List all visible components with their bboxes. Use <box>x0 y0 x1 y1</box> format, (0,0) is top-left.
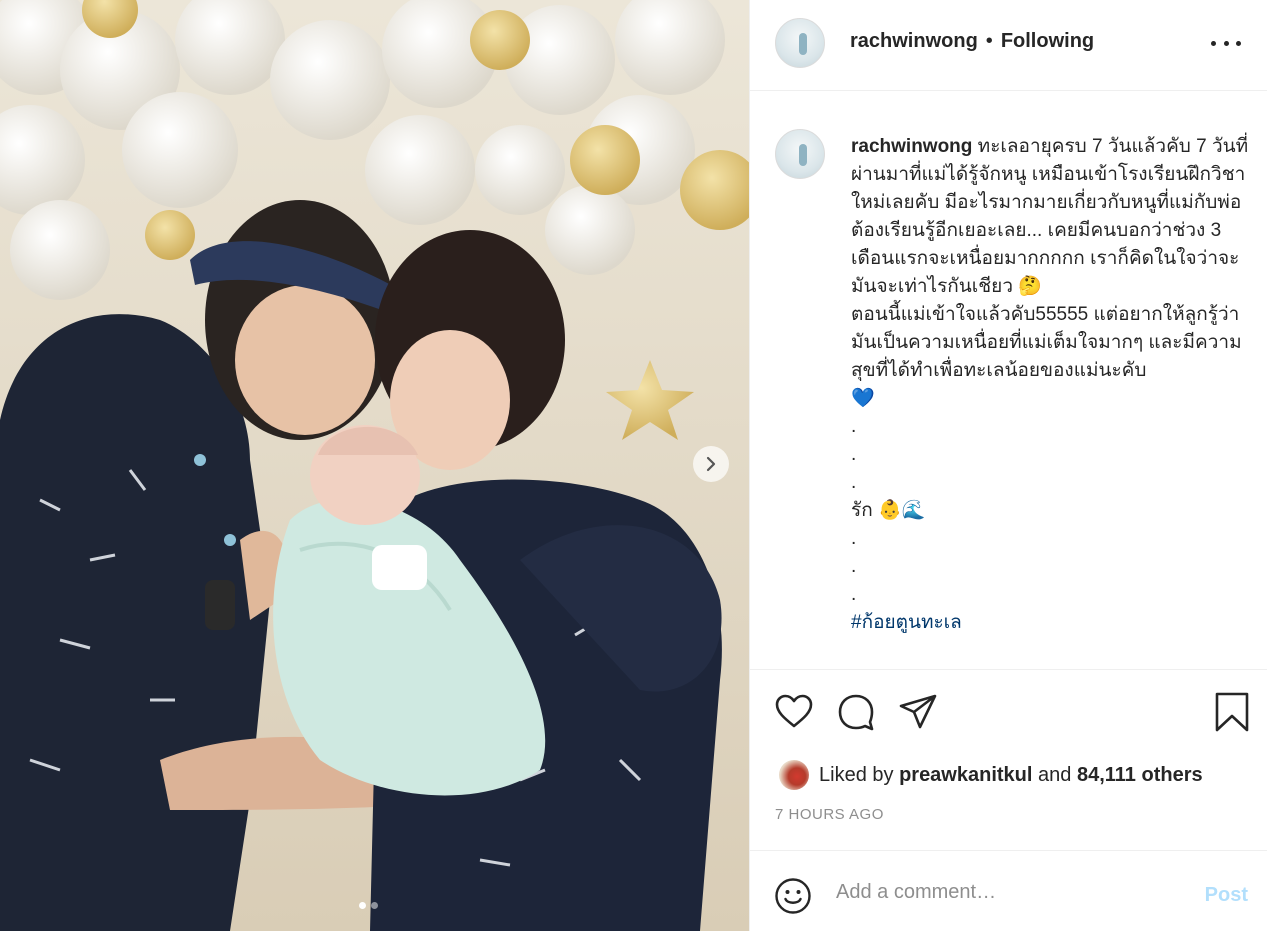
caption-text: rachwinwong ทะเลอายุครบ 7 วันแล้วคับ 7 ว… <box>851 133 1251 637</box>
post-comment-button[interactable]: Post <box>1205 884 1248 907</box>
chevron-right-icon <box>706 456 716 472</box>
comment-icon <box>838 694 874 731</box>
caption-username[interactable]: rachwinwong <box>851 136 972 157</box>
post-timestamp[interactable]: 7 HOURS AGO <box>775 806 884 823</box>
smiley-icon <box>775 878 811 914</box>
author-username[interactable]: rachwinwong <box>850 30 978 52</box>
share-icon <box>899 694 937 729</box>
caption-body: ทะเลอายุครบ 7 วันแล้วคับ 7 วันที่ผ่านมาท… <box>851 136 1249 605</box>
carousel-indicator <box>359 902 378 909</box>
following-button[interactable]: Following <box>1001 30 1094 52</box>
author-avatar[interactable] <box>775 18 825 68</box>
likes-summary: Liked by preawkanitkul and 84,111 others <box>779 760 1203 790</box>
post-photo[interactable] <box>0 0 749 931</box>
liked-by-connector: and <box>1038 763 1072 786</box>
emoji-button[interactable] <box>774 877 812 920</box>
post-details-panel: rachwinwong • Following rachwinwong ทะเลอา… <box>749 0 1267 931</box>
post-image <box>0 0 749 931</box>
like-button[interactable] <box>774 692 814 737</box>
more-options-button[interactable] <box>1211 30 1241 56</box>
caption-hashtag[interactable]: #ก้อยตูนทะเล <box>851 612 962 633</box>
more-horizontal-icon <box>1211 40 1216 46</box>
separator-dot: • <box>985 30 993 52</box>
carousel-dot <box>371 902 378 909</box>
carousel-next-button[interactable] <box>693 446 729 482</box>
comments-section[interactable]: rachwinwong ทะเลอายุครบ 7 วันแล้วคับ 7 ว… <box>750 91 1267 669</box>
heart-icon <box>775 694 813 728</box>
more-dot <box>1236 40 1241 46</box>
liked-by-prefix: Liked by <box>819 763 894 786</box>
liker-avatar[interactable] <box>779 760 809 790</box>
more-dot <box>1223 40 1229 46</box>
comment-input[interactable] <box>836 881 1156 904</box>
add-comment-bar: Post <box>750 850 1267 932</box>
post-header: rachwinwong • Following <box>750 0 1267 91</box>
comment-button[interactable] <box>836 692 876 737</box>
likes-count-link[interactable]: 84,111 others <box>1077 764 1203 787</box>
save-button[interactable] <box>1212 692 1252 737</box>
liker-username[interactable]: preawkanitkul <box>899 764 1032 787</box>
caption-author-avatar[interactable] <box>775 129 825 179</box>
action-bar <box>750 669 1267 732</box>
bookmark-icon <box>1215 692 1249 732</box>
share-button[interactable] <box>898 692 938 737</box>
carousel-dot-active <box>359 902 366 909</box>
